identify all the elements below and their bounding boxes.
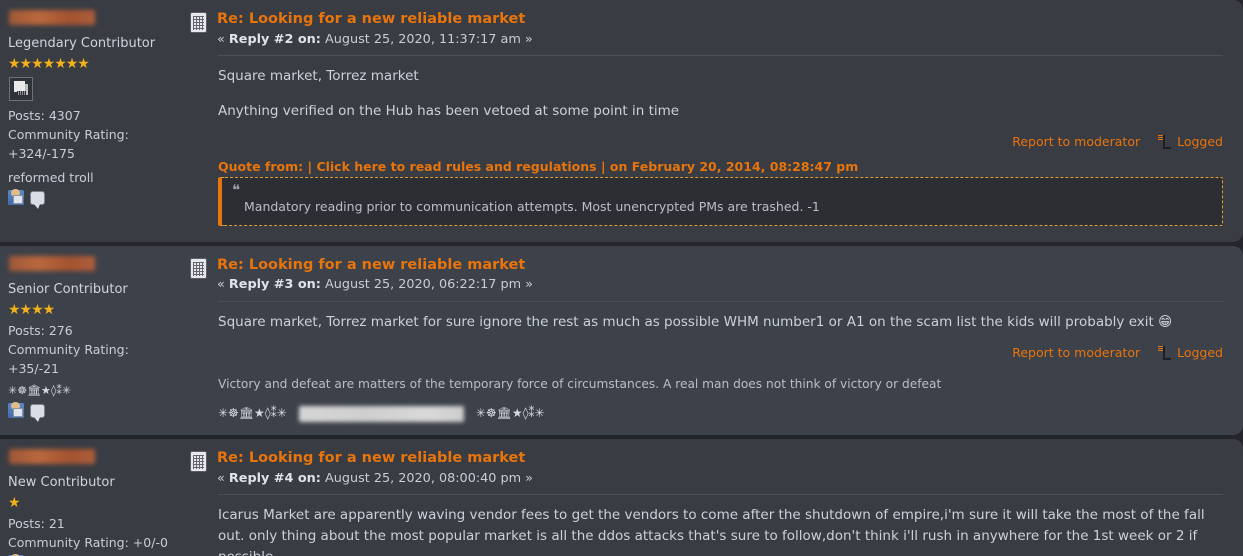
- post-footer-actions: Report to moderator Logged: [190, 128, 1223, 153]
- post-paragraph: Anything verified on the Hub has been ve…: [218, 101, 1223, 122]
- reply-label: Reply #4 on:: [229, 471, 321, 486]
- quote-body: ❝ Mandatory reading prior to communicati…: [218, 177, 1223, 226]
- signature-glyphs-right: ✳☸🏛★◊⁑✳: [476, 404, 545, 423]
- poster-custom-title: reformed troll: [8, 168, 182, 187]
- reply-prefix: «: [217, 471, 225, 486]
- community-rating-value: +324/-175: [8, 144, 182, 163]
- post-header: Re: Looking for a new reliable market « …: [190, 445, 1223, 494]
- community-rating-value: +35/-21: [8, 359, 182, 378]
- reply-suffix: »: [525, 32, 533, 47]
- reply-date: August 25, 2020, 06:22:17 pm: [325, 277, 521, 292]
- post-reply-4: New Contributor ★ Posts: 21 Community Ra…: [0, 439, 1243, 556]
- post-body: Square market, Torrez market Anything ve…: [190, 56, 1223, 128]
- quote-author-link[interactable]: Click here to read rules and regulations: [316, 159, 596, 174]
- post-paragraph: Square market, Torrez market: [218, 66, 1223, 87]
- notepad-icon: [190, 12, 207, 33]
- quote-date: February 20, 2014, 08:28:47 pm: [632, 159, 859, 174]
- quote-mark-icon: ❝: [232, 184, 1212, 198]
- pm-icon[interactable]: [30, 404, 45, 418]
- signature-glyphs-left: ✳☸🏛★◊⁑✳: [218, 404, 287, 423]
- reply-label: Reply #2 on:: [229, 32, 321, 47]
- poster-info: Senior Contributor ★★★★ Posts: 276 Commu…: [0, 246, 190, 435]
- report-to-moderator-link[interactable]: Report to moderator: [1012, 345, 1140, 360]
- post-paragraph: Icarus Market are apparently waving vend…: [218, 505, 1223, 556]
- post-subject-link[interactable]: Re: Looking for a new reliable market: [217, 256, 533, 276]
- quote-sep: |: [308, 159, 313, 174]
- signature-link-redacted[interactable]: [299, 406, 464, 422]
- avatar: [9, 77, 33, 101]
- poster-actions: [8, 403, 182, 418]
- logged-link[interactable]: Logged: [1177, 345, 1223, 360]
- post-count: Posts: 276: [8, 321, 182, 340]
- notepad-icon: [190, 258, 207, 279]
- username-redacted[interactable]: [9, 10, 95, 25]
- signature-link-row: ✳☸🏛★◊⁑✳ ✳☸🏛★◊⁑✳: [218, 404, 1223, 423]
- poster-actions: [8, 190, 182, 205]
- poster-rank: Legendary Contributor: [8, 34, 182, 54]
- reply-suffix: »: [525, 471, 533, 486]
- post-footer-actions: Report to moderator Logged: [190, 339, 1223, 364]
- logged-icon: [1158, 346, 1171, 359]
- reply-label: Reply #3 on:: [229, 277, 321, 292]
- signature-quote-text: Victory and defeat are matters of the te…: [218, 375, 1223, 395]
- post-header: Re: Looking for a new reliable market « …: [190, 252, 1223, 301]
- rank-stars: ★★★★: [8, 301, 182, 319]
- post-reply-meta: « Reply #3 on: August 25, 2020, 06:22:17…: [217, 275, 533, 294]
- pm-icon[interactable]: [30, 191, 45, 205]
- poster-rank: Senior Contributor: [8, 280, 182, 300]
- poster-signature-glyphs: ✳☸🏛★◊⁑✳: [8, 383, 182, 400]
- poster-info: Legendary Contributor ★★★★★★★ Posts: 430…: [0, 0, 190, 242]
- quote-from-label: Quote from:: [218, 159, 303, 174]
- post-paragraph: Square market, Torrez market for sure ig…: [218, 312, 1223, 333]
- profile-icon[interactable]: [8, 190, 24, 205]
- post-body: Square market, Torrez market for sure ig…: [190, 302, 1223, 339]
- quote-text: Mandatory reading prior to communication…: [232, 198, 1212, 217]
- community-rating-label: Community Rating:: [8, 125, 182, 144]
- post-subject-link[interactable]: Re: Looking for a new reliable market: [217, 10, 533, 30]
- quote-on-label: on: [610, 159, 628, 174]
- post-subject-link[interactable]: Re: Looking for a new reliable market: [217, 449, 533, 469]
- post-content: Re: Looking for a new reliable market « …: [190, 246, 1243, 435]
- poster-rank: New Contributor: [8, 473, 182, 493]
- quote-block: Quote from: | Click here to read rules a…: [190, 153, 1223, 238]
- broken-image-icon: [14, 81, 29, 96]
- post-reply-meta: « Reply #4 on: August 25, 2020, 08:00:40…: [217, 469, 533, 488]
- community-rating: Community Rating: +0/-0: [8, 533, 182, 552]
- community-rating-label: Community Rating:: [8, 340, 182, 359]
- post-reply-meta: « Reply #2 on: August 25, 2020, 11:37:17…: [217, 30, 533, 49]
- post-reply-2: Legendary Contributor ★★★★★★★ Posts: 430…: [0, 0, 1243, 242]
- reply-date: August 25, 2020, 08:00:40 pm: [325, 471, 521, 486]
- post-signature: Victory and defeat are matters of the te…: [190, 364, 1223, 432]
- profile-icon[interactable]: [8, 403, 24, 418]
- post-body: Icarus Market are apparently waving vend…: [190, 495, 1223, 556]
- username-redacted[interactable]: [9, 449, 95, 464]
- post-content: Re: Looking for a new reliable market « …: [190, 0, 1243, 242]
- rank-stars: ★★★★★★★: [8, 55, 182, 73]
- notepad-icon: [190, 451, 207, 472]
- rank-stars: ★: [8, 494, 182, 512]
- reply-prefix: «: [217, 32, 225, 47]
- post-count: Posts: 21: [8, 514, 182, 533]
- poster-info: New Contributor ★ Posts: 21 Community Ra…: [0, 439, 190, 556]
- logged-icon: [1158, 135, 1171, 148]
- reply-suffix: »: [525, 277, 533, 292]
- thread-posts-list: Legendary Contributor ★★★★★★★ Posts: 430…: [0, 0, 1243, 556]
- quote-header: Quote from: | Click here to read rules a…: [218, 159, 1223, 177]
- logged-link[interactable]: Logged: [1177, 134, 1223, 149]
- username-redacted[interactable]: [9, 256, 95, 271]
- post-content: Re: Looking for a new reliable market « …: [190, 439, 1243, 556]
- post-header: Re: Looking for a new reliable market « …: [190, 6, 1223, 55]
- reply-prefix: «: [217, 277, 225, 292]
- post-reply-3: Senior Contributor ★★★★ Posts: 276 Commu…: [0, 246, 1243, 435]
- quote-sep: |: [601, 159, 606, 174]
- reply-date: August 25, 2020, 11:37:17 am: [325, 32, 521, 47]
- report-to-moderator-link[interactable]: Report to moderator: [1012, 134, 1140, 149]
- post-count: Posts: 4307: [8, 106, 182, 125]
- logged-status: Logged: [1158, 134, 1223, 149]
- logged-status: Logged: [1158, 345, 1223, 360]
